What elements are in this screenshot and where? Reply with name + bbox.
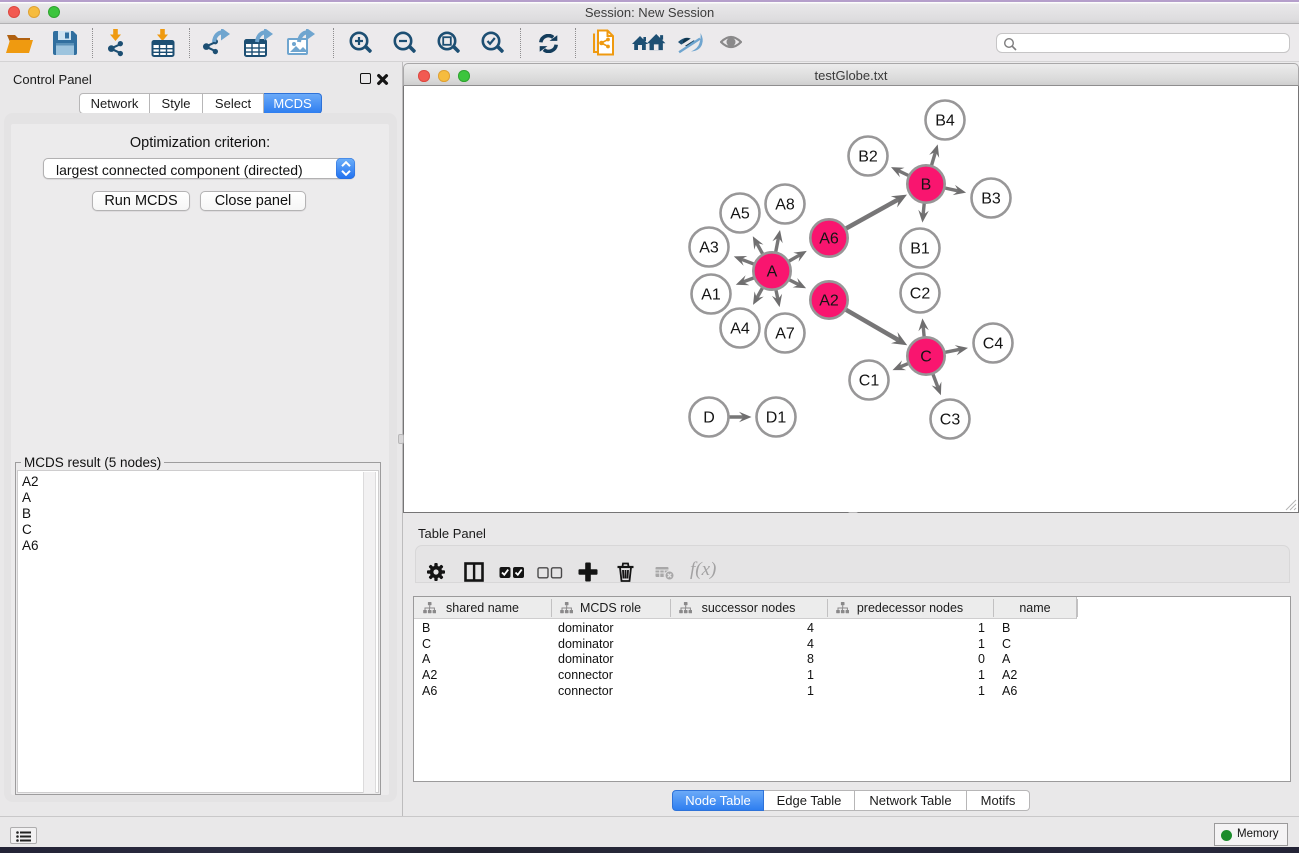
svg-text:A4: A4: [730, 321, 750, 338]
svg-text:A7: A7: [775, 326, 795, 343]
svg-text:A1: A1: [701, 287, 721, 304]
svg-text:A: A: [767, 264, 778, 281]
svg-text:C4: C4: [983, 336, 1004, 353]
svg-text:B3: B3: [981, 191, 1001, 208]
svg-text:C2: C2: [910, 286, 931, 303]
svg-text:D: D: [703, 410, 715, 427]
svg-text:A2: A2: [819, 293, 839, 310]
svg-text:C1: C1: [859, 373, 880, 390]
svg-text:C3: C3: [940, 412, 961, 429]
svg-text:B4: B4: [935, 113, 955, 130]
svg-text:B2: B2: [858, 149, 878, 166]
svg-text:A3: A3: [699, 240, 719, 257]
svg-text:B: B: [921, 177, 932, 194]
svg-text:A6: A6: [819, 231, 839, 248]
svg-text:A5: A5: [730, 206, 750, 223]
svg-text:A8: A8: [775, 197, 795, 214]
svg-text:C: C: [920, 349, 932, 366]
svg-text:D1: D1: [766, 410, 787, 427]
svg-text:B1: B1: [910, 241, 930, 258]
